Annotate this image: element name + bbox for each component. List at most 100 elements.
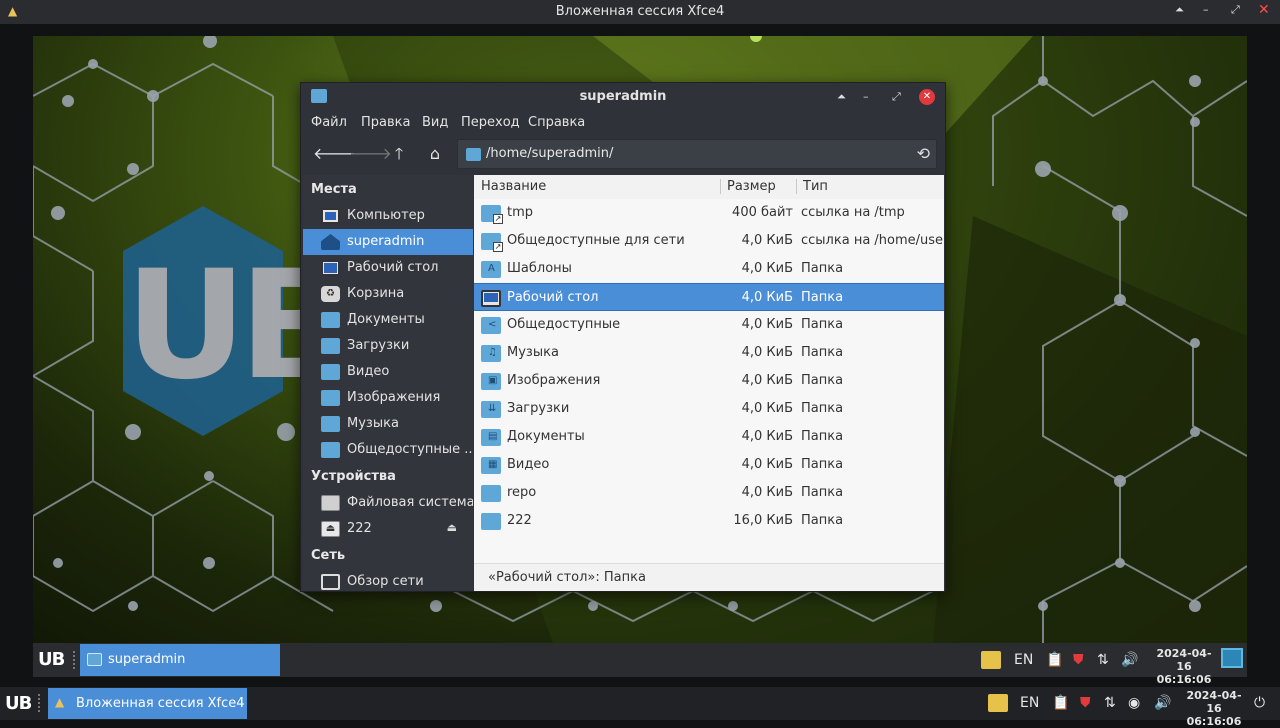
ub-menu-logo[interactable]: UB [5,693,32,714]
file-row[interactable]: ↗ Общедоступные для сети 4,0 КиБ ссылка … [474,227,944,255]
up-arrow-icon[interactable]: 🡑 [387,143,411,165]
power-icon[interactable]: ⏻ [1254,695,1265,711]
folder-icon [481,485,501,502]
menu-view[interactable]: Вид [422,115,448,130]
sidebar-item-label: Общедоступные ... [347,442,473,457]
xfce-app-icon: ▲ [55,695,65,709]
templates-folder-icon: A [481,261,501,278]
home-icon [321,234,340,250]
file-size: 4,0 КиБ [741,373,793,388]
file-row[interactable]: ▤ Документы 4,0 КиБ Папка [474,423,944,451]
clock[interactable]: 2024-04-16 06:16:06 [1179,689,1249,728]
forward-arrow-icon[interactable]: 🡒 [349,143,392,165]
location-path[interactable]: /home/superadmin/ [486,146,613,161]
devices-header: Устройства [311,469,396,484]
column-size[interactable]: Размер [727,179,776,194]
file-row[interactable]: ▣ Изображения 4,0 КиБ Папка [474,367,944,395]
keyboard-layout[interactable]: EN [1020,695,1039,711]
menu-help[interactable]: Справка [528,115,585,130]
clipboard-icon[interactable]: 📋 [1046,652,1063,668]
pictures-folder-icon: ▣ [481,373,501,390]
sidebar-item-network[interactable]: Обзор сети [303,569,473,591]
file-row[interactable]: 222 16,0 КиБ Папка [474,507,944,535]
public-folder-icon: < [481,317,501,334]
eject-icon[interactable]: ⏏ [447,521,457,534]
menu-edit[interactable]: Правка [361,115,410,130]
notes-icon[interactable] [988,694,1008,712]
file-type: Папка [801,485,844,500]
file-row[interactable]: ♫ Музыка 4,0 КиБ Папка [474,339,944,367]
folder-icon [481,513,501,530]
minimize-button[interactable]: – [1203,3,1209,16]
file-row[interactable]: A Шаблоны 4,0 КиБ Папка [474,255,944,283]
menu-go[interactable]: Переход [461,115,520,130]
taskbar-item-nested-session[interactable]: ▲ Вложенная сессия Xfce4 [48,688,247,719]
close-button[interactable]: ✕ [1258,2,1270,18]
eye-icon[interactable]: ◉ [1128,695,1140,711]
file-type: ссылка на /home/usersh [801,233,944,248]
network-transfer-icon[interactable]: ⇅ [1097,652,1109,668]
file-name: Общедоступные для сети [507,233,685,248]
keyboard-layout[interactable]: EN [1014,652,1033,668]
sidebar-item-music[interactable]: Музыка [303,411,473,437]
sidebar-item-trash[interactable]: ♻ Корзина [303,281,473,307]
sidebar-item-filesystem[interactable]: Файловая система [303,490,473,516]
column-divider[interactable] [720,179,721,194]
file-size: 4,0 КиБ [741,457,793,472]
sidebar-item-desktop[interactable]: Рабочий стол [303,255,473,281]
volume-icon[interactable]: 🔊 [1121,652,1138,668]
file-row[interactable]: ▦ Видео 4,0 КиБ Папка [474,451,944,479]
file-row-selected[interactable]: Рабочий стол 4,0 КиБ Папка [474,283,944,311]
sidebar-item-pictures[interactable]: Изображения [303,385,473,411]
file-row[interactable]: repo 4,0 КиБ Папка [474,479,944,507]
sidebar-item-videos[interactable]: Видео [303,359,473,385]
sidebar-item-documents[interactable]: Документы [303,307,473,333]
clock-time: 06:16:06 [1156,673,1212,686]
ub-menu-logo[interactable]: UB [38,649,65,670]
close-button[interactable]: ✕ [919,89,935,105]
file-name: 222 [507,513,532,528]
file-name: tmp [507,205,534,220]
sidebar-item-home[interactable]: superadmin [303,229,473,255]
clipboard-icon[interactable]: 📋 [1052,695,1069,711]
file-size: 4,0 КиБ [741,233,793,248]
file-row[interactable]: ⇊ Загрузки 4,0 КиБ Папка [474,395,944,423]
videos-folder-icon: ▦ [481,457,501,474]
shade-button[interactable]: ⏶ [1175,3,1184,17]
sidebar-item-computer[interactable]: Компьютер [303,203,473,229]
column-divider[interactable] [796,179,797,194]
sidebar-item-label: Изображения [347,390,441,405]
back-arrow-icon[interactable]: 🡐 [313,143,356,165]
maximize-button[interactable]: ⤢ [892,83,901,111]
show-desktop-icon[interactable] [1221,648,1243,668]
minimize-button[interactable]: – [863,83,869,111]
reload-icon[interactable]: ⟲ [917,144,930,163]
clock[interactable]: 2024-04-16 06:16:06 [1149,647,1219,686]
location-bar[interactable]: /home/superadmin/ ⟲ [457,139,937,169]
maximize-button[interactable]: ⤢ [1231,3,1240,17]
file-size: 4,0 КиБ [741,317,793,332]
taskbar-item-label: Вложенная сессия Xfce4 [76,696,245,711]
shield-icon[interactable]: ⛊ [1073,652,1084,668]
column-type[interactable]: Тип [803,179,828,194]
file-row[interactable]: < Общедоступные 4,0 КиБ Папка [474,311,944,339]
notes-icon[interactable] [981,651,1001,669]
file-name: Загрузки [507,401,570,416]
column-name[interactable]: Название [481,179,546,194]
volume-icon[interactable]: 🔊 [1154,695,1171,711]
file-size: 4,0 КиБ [741,485,793,500]
taskbar-item-label: superadmin [108,652,186,667]
taskbar-item-superadmin[interactable]: superadmin [80,644,280,676]
menu-file[interactable]: Файл [311,115,347,130]
sidebar-item-downloads[interactable]: Загрузки [303,333,473,359]
network-transfer-icon[interactable]: ⇅ [1104,695,1116,711]
sidebar-item-public[interactable]: Общедоступные ... [303,437,473,463]
sidebar-item-222[interactable]: ⏏ 222 ⏏ [303,516,473,542]
shield-icon[interactable]: ⛊ [1080,695,1091,711]
file-type: Папка [801,513,844,528]
shade-button[interactable]: ⏶ [837,83,846,111]
home-icon[interactable]: ⌂ [423,143,447,165]
file-row[interactable]: ↗ tmp 400 байт ссылка на /tmp [474,199,944,227]
trash-icon: ♻ [321,286,340,302]
window-titlebar[interactable]: superadmin ⏶ – ⤢ ✕ [301,83,945,111]
